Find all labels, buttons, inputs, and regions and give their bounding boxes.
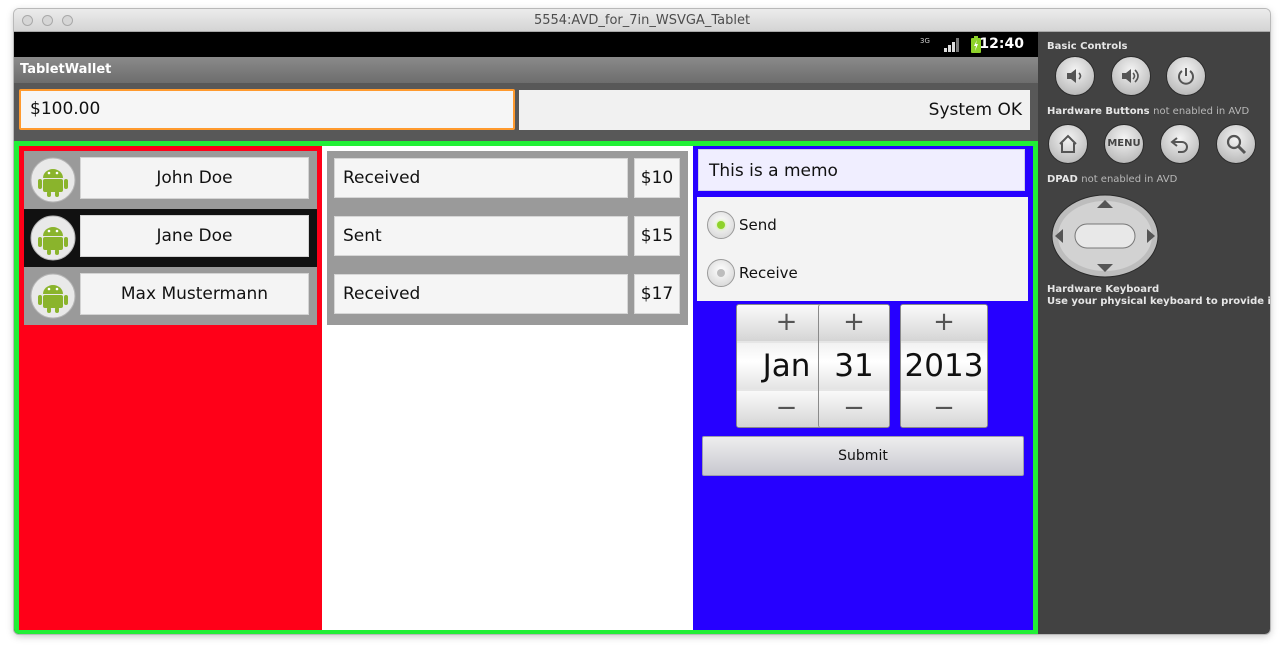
radio-label: Receive [739, 264, 798, 282]
radio-checked-icon[interactable] [707, 211, 735, 239]
day-value[interactable]: 31 [819, 343, 889, 389]
volume-down-icon [1067, 69, 1082, 83]
main-layout: John Doe Jane Doe Max Mustermann Receive… [14, 141, 1038, 634]
window-titlebar: 5554:AVD_for_7in_WSVGA_Tablet [14, 9, 1270, 32]
volume-up-button[interactable] [1111, 56, 1151, 96]
transaction-amount[interactable]: $15 [634, 216, 680, 256]
balance-field[interactable]: $100.00 [19, 89, 515, 130]
dpad-title: DPAD [1047, 174, 1078, 185]
balance-band: $100.00 System OK [14, 83, 1038, 141]
contact-name: Max Mustermann [80, 273, 309, 315]
transactions-list: Received $10 Sent $15 Received $17 [327, 151, 688, 325]
system-status: System OK [519, 90, 1030, 130]
contact-name: Jane Doe [80, 215, 309, 257]
contact-row[interactable]: Max Mustermann [24, 267, 317, 325]
emulator-controls-panel: Basic Controls Hardware Buttons not enab… [1038, 32, 1270, 634]
hardware-keyboard-note: Use your physical keyboard to provide in… [1047, 296, 1270, 307]
dpad-label: DPAD not enabled in AVD [1047, 174, 1177, 185]
home-icon [1059, 134, 1077, 153]
hardware-buttons-label: Hardware Buttons not enabled in AVD [1047, 106, 1249, 117]
emulator-window: 5554:AVD_for_7in_WSVGA_Tablet 3G 12:40 T… [14, 9, 1270, 634]
volume-down-button[interactable] [1055, 56, 1095, 96]
memo-input[interactable]: This is a memo [698, 149, 1025, 191]
dpad-note: not enabled in AVD [1081, 174, 1178, 185]
hardware-buttons-note: not enabled in AVD [1153, 106, 1250, 117]
year-picker: + 2013 − [900, 304, 988, 428]
contacts-list: John Doe Jane Doe Max Mustermann [24, 151, 317, 325]
clock: 12:40 [979, 36, 1024, 52]
hardware-keyboard-label: Hardware Keyboard [1047, 284, 1160, 295]
transaction-amount[interactable]: $17 [634, 274, 680, 314]
android-avatar-icon [30, 215, 76, 261]
day-decrement-button[interactable]: − [819, 391, 889, 427]
signal-icon [944, 38, 959, 52]
transaction-type[interactable]: Sent [334, 216, 628, 256]
network-type-icon: 3G [920, 37, 930, 45]
payment-form-column: This is a memo Send Receive + Jan − + 31… [693, 146, 1033, 630]
contact-name: John Doe [80, 157, 309, 199]
contact-row-selected[interactable]: Jane Doe [24, 209, 317, 267]
hardware-buttons-title: Hardware Buttons [1047, 106, 1150, 117]
radio-unchecked-icon[interactable] [707, 259, 735, 287]
back-button[interactable] [1160, 124, 1200, 164]
transaction-type[interactable]: Received [334, 158, 628, 198]
basic-controls-label: Basic Controls [1047, 41, 1128, 52]
search-icon [1226, 134, 1247, 155]
power-icon [1178, 68, 1194, 85]
android-avatar-icon [30, 273, 76, 319]
dpad-control[interactable] [1051, 194, 1159, 278]
direction-radio-group: Send Receive [697, 197, 1028, 301]
app-title-bar: TabletWallet [14, 57, 1038, 83]
radio-label: Send [739, 216, 777, 234]
day-picker: + 31 − [818, 304, 890, 428]
power-button[interactable] [1166, 56, 1206, 96]
contacts-column: John Doe Jane Doe Max Mustermann [19, 146, 322, 630]
back-arrow-icon [1170, 137, 1188, 153]
transaction-amount[interactable]: $10 [634, 158, 680, 198]
menu-label: MENU [1107, 138, 1141, 149]
contact-row[interactable]: John Doe [24, 151, 317, 209]
transaction-type[interactable]: Received [334, 274, 628, 314]
day-increment-button[interactable]: + [819, 305, 889, 341]
status-bar: 3G 12:40 [14, 32, 1038, 57]
search-button[interactable] [1216, 124, 1256, 164]
volume-up-icon [1122, 69, 1139, 83]
year-value[interactable]: 2013 [901, 343, 987, 389]
transactions-column: Received $10 Sent $15 Received $17 [322, 146, 693, 630]
submit-button[interactable]: Submit [702, 436, 1024, 476]
year-decrement-button[interactable]: − [901, 391, 987, 427]
home-button[interactable] [1048, 124, 1088, 164]
app-title: TabletWallet [20, 62, 112, 77]
year-increment-button[interactable]: + [901, 305, 987, 341]
menu-button[interactable]: MENU [1104, 124, 1144, 164]
android-avatar-icon [30, 157, 76, 203]
window-title: 5554:AVD_for_7in_WSVGA_Tablet [533, 13, 751, 28]
device-screen: 3G 12:40 TabletWallet $100.00 System OK [14, 32, 1038, 634]
